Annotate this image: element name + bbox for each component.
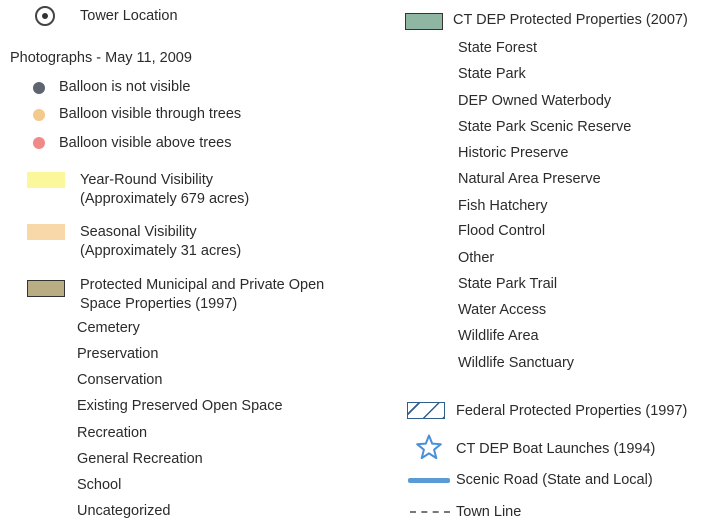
balloon-through-trees-label: Balloon visible through trees xyxy=(59,106,242,122)
municipal-item-school: School xyxy=(77,477,122,493)
tower-location-icon xyxy=(35,6,55,26)
ct-dep-item-state-park-scenic-reserve: State Park Scenic Reserve xyxy=(458,119,632,135)
ct-dep-item-state-forest: State Forest xyxy=(458,40,537,56)
municipal-item-conservation: Conservation xyxy=(77,372,163,388)
scenic-road-label: Scenic Road (State and Local) xyxy=(456,472,653,488)
ct-dep-swatch xyxy=(405,13,443,30)
municipal-item-preservation: Preservation xyxy=(77,346,159,362)
photographs-heading: Photographs - May 11, 2009 xyxy=(10,50,192,66)
municipal-item-uncategorized: Uncategorized xyxy=(77,503,171,519)
balloon-above-trees-label: Balloon visible above trees xyxy=(59,135,232,151)
ct-dep-heading: CT DEP Protected Properties (2007) xyxy=(453,12,688,28)
boat-launch-star-icon xyxy=(416,434,442,460)
ct-dep-item-other: Other xyxy=(458,250,495,266)
municipal-item-cemetery: Cemetery xyxy=(77,320,140,336)
municipal-item-recreation: Recreation xyxy=(77,425,148,441)
ct-dep-item-dep-owned-waterbody: DEP Owned Waterbody xyxy=(458,93,612,109)
municipal-item-general-recreation: General Recreation xyxy=(77,451,203,467)
tower-location-label: Tower Location xyxy=(80,8,178,24)
ct-dep-item-natural-area-preserve: Natural Area Preserve xyxy=(458,171,601,187)
year-round-label-line2: (Approximately 679 acres) xyxy=(80,191,250,207)
year-round-swatch xyxy=(27,172,65,188)
municipal-swatch xyxy=(27,280,65,297)
balloon-not-visible-label: Balloon is not visible xyxy=(59,79,191,95)
municipal-label-line2: Space Properties (1997) xyxy=(80,296,238,312)
boat-launch-label: CT DEP Boat Launches (1994) xyxy=(456,441,656,457)
balloon-not-visible-icon xyxy=(33,82,45,94)
ct-dep-item-state-park-trail: State Park Trail xyxy=(458,276,558,292)
scenic-road-line-icon xyxy=(408,478,450,483)
seasonal-label-line1: Seasonal Visibility xyxy=(80,224,197,240)
municipal-item-existing-preserved: Existing Preserved Open Space xyxy=(77,398,283,414)
balloon-above-trees-icon xyxy=(33,137,45,149)
ct-dep-item-fish-hatchery: Fish Hatchery xyxy=(458,198,548,214)
ct-dep-item-water-access: Water Access xyxy=(458,302,547,318)
municipal-label-line1: Protected Municipal and Private Open xyxy=(80,277,325,293)
ct-dep-item-flood-control: Flood Control xyxy=(458,223,546,239)
ct-dep-item-wildlife-area: Wildlife Area xyxy=(458,328,539,344)
federal-protected-label: Federal Protected Properties (1997) xyxy=(456,403,688,419)
federal-protected-swatch xyxy=(407,402,445,419)
ct-dep-item-state-park: State Park xyxy=(458,66,526,82)
town-line-label: Town Line xyxy=(456,504,522,520)
town-line-icon xyxy=(410,511,450,513)
ct-dep-item-historic-preserve: Historic Preserve xyxy=(458,145,569,161)
seasonal-swatch xyxy=(27,224,65,240)
balloon-through-trees-icon xyxy=(33,109,45,121)
ct-dep-item-wildlife-sanctuary: Wildlife Sanctuary xyxy=(458,355,575,371)
year-round-label-line1: Year-Round Visibility xyxy=(80,172,213,188)
seasonal-label-line2: (Approximately 31 acres) xyxy=(80,243,242,259)
